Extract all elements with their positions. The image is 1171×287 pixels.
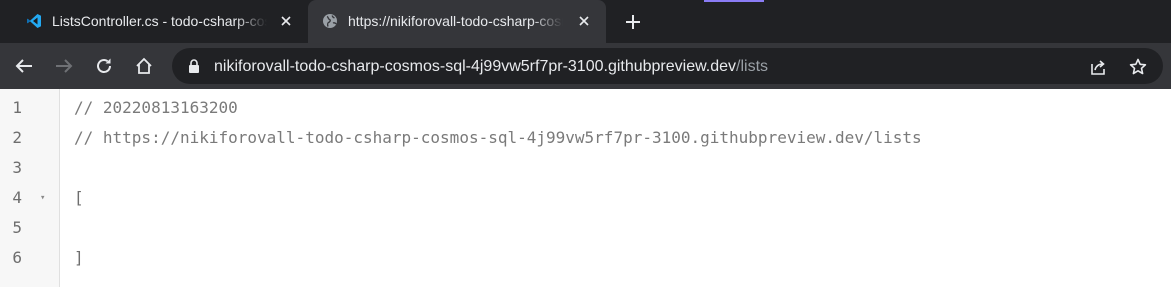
forward-button[interactable] — [51, 53, 77, 79]
back-arrow-icon — [15, 59, 32, 73]
accent-mark — [704, 0, 764, 2]
url-host: nikiforovall-todo-csharp-cosmos-sql-4j99… — [214, 58, 737, 75]
fold-toggle[interactable]: ▾ — [40, 183, 45, 213]
code-line: 2 // https://nikiforovall-todo-csharp-co… — [0, 123, 1171, 153]
url-text: nikiforovall-todo-csharp-cosmos-sql-4j99… — [214, 57, 768, 76]
code-line: 6 ] — [0, 243, 1171, 273]
url-path: /lists — [736, 58, 769, 75]
tab-lists[interactable]: https://nikiforovall-todo-csharp-cosmos-… — [308, 0, 606, 43]
line-text: // https://nikiforovall-todo-csharp-cosm… — [74, 128, 922, 147]
share-icon[interactable] — [1088, 57, 1108, 77]
tab-title: https://nikiforovall-todo-csharp-cosmos-… — [348, 13, 563, 29]
new-tab-button[interactable] — [620, 9, 646, 35]
code-line: 1 // 20220813163200 — [0, 93, 1171, 123]
home-icon — [136, 57, 152, 74]
plus-icon — [626, 15, 640, 29]
tab-strip: ListsController.cs - todo-csharp-cosmos-… — [0, 0, 1171, 43]
line-number: 5 — [12, 218, 22, 237]
line-text: // 20220813163200 — [74, 98, 238, 117]
line-text: [ — [74, 188, 84, 207]
close-tab-icon[interactable] — [576, 13, 592, 29]
back-button[interactable] — [11, 53, 37, 79]
line-number: 6 — [12, 248, 22, 267]
home-button[interactable] — [131, 53, 157, 79]
reload-icon — [97, 58, 111, 73]
line-number: 1 — [12, 98, 22, 117]
line-text: ] — [74, 248, 84, 267]
code-line: 3 — [0, 153, 1171, 183]
code-line: 4 ▾ [ — [0, 183, 1171, 213]
tab-listscontroller[interactable]: ListsController.cs - todo-csharp-cosmos-… — [12, 0, 308, 43]
globe-icon — [322, 13, 338, 29]
close-tab-icon[interactable] — [278, 13, 294, 29]
toolbar: nikiforovall-todo-csharp-cosmos-sql-4j99… — [0, 43, 1171, 89]
reload-button[interactable] — [91, 53, 117, 79]
tab-title: ListsController.cs - todo-csharp-cosmos-… — [52, 13, 267, 29]
code-line: 5 — [0, 213, 1171, 243]
vscode-icon — [26, 13, 42, 29]
line-number: 3 — [12, 158, 22, 177]
bookmark-star-icon[interactable] — [1128, 57, 1148, 77]
forward-arrow-icon — [56, 59, 73, 73]
line-number: 4 — [12, 188, 22, 207]
lock-icon[interactable] — [188, 59, 200, 73]
line-number: 2 — [12, 128, 22, 147]
address-bar[interactable]: nikiforovall-todo-csharp-cosmos-sql-4j99… — [172, 48, 1163, 84]
